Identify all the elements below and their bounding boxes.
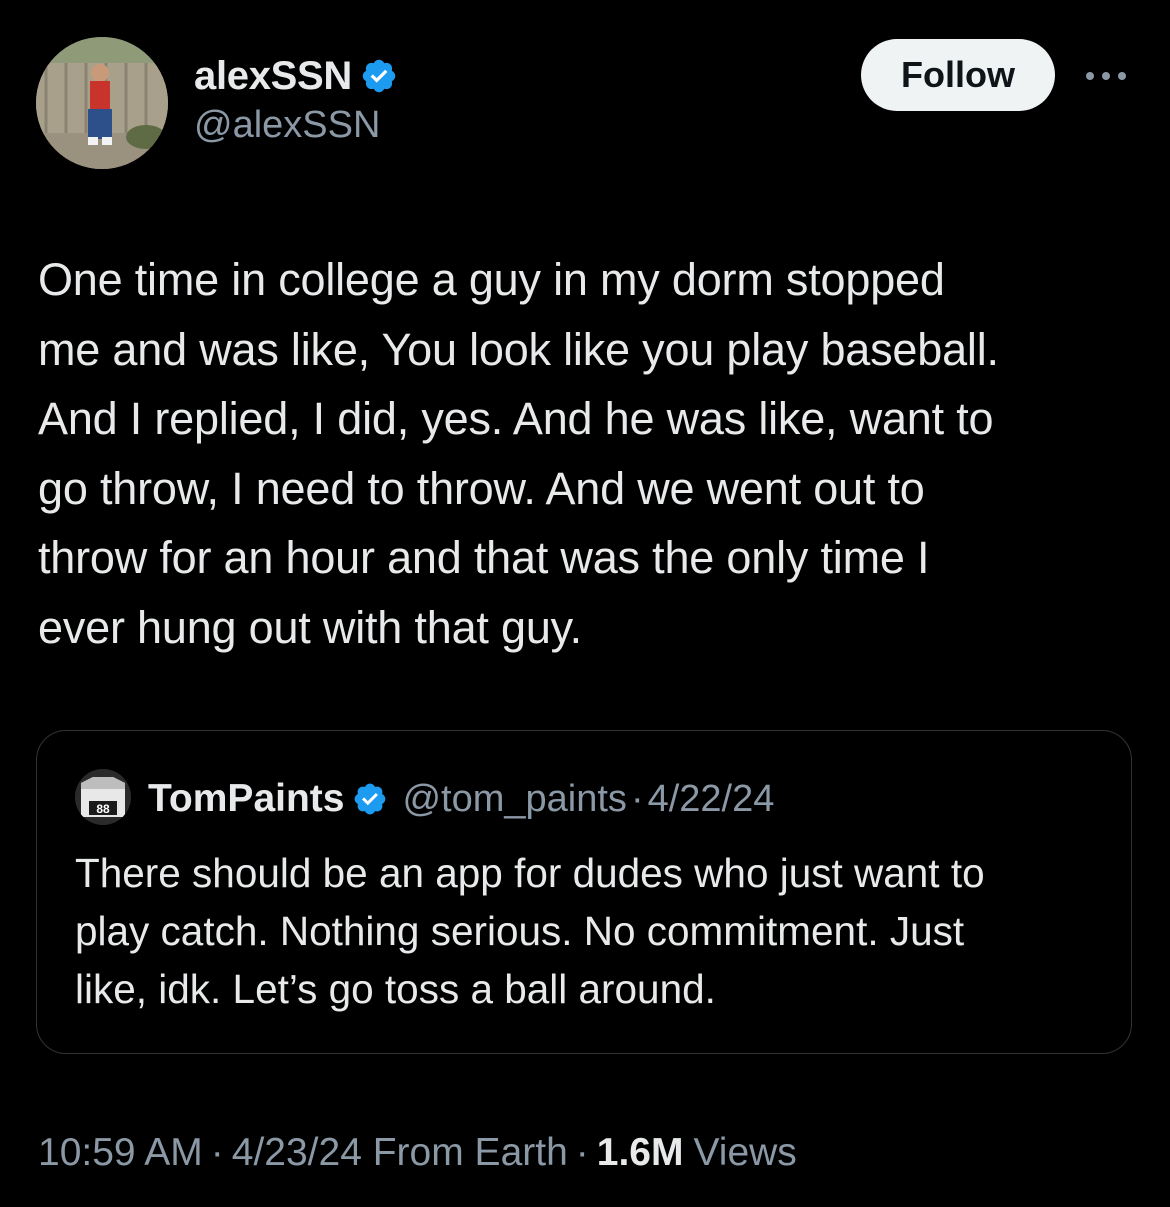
verified-badge-icon[interactable] [360, 57, 398, 95]
quoted-tweet-text: There should be an app for dudes who jus… [75, 844, 1115, 1018]
tweet-text-line: ever hung out with that guy. [38, 601, 582, 653]
more-options-icon [1086, 72, 1126, 80]
tweet-text-line: One time in college a guy in my dorm sto… [38, 254, 945, 305]
quoted-header: TomPaints @tom_paints · 4/22/24 [148, 775, 774, 823]
separator-dot: · [210, 1131, 224, 1174]
tweet-text-line: me and was like, You look like you play … [38, 323, 999, 375]
more-options-button[interactable] [1082, 58, 1130, 94]
follow-button[interactable]: Follow [861, 39, 1055, 111]
tweet-meta: 10:59 AM · 4/23/24 From Earth · 1.6M Vie… [38, 1125, 797, 1181]
author-names: alexSSN @alexSSN [194, 52, 398, 147]
quoted-text-line: There should be an app for dudes who jus… [75, 850, 985, 896]
tweet-date-location[interactable]: 4/23/24 From Earth [232, 1131, 568, 1175]
author-display-name[interactable]: alexSSN [194, 54, 352, 99]
display-name-row: alexSSN [194, 52, 398, 100]
views-label: Views [693, 1131, 797, 1174]
tweet-text-line: go throw, I need to throw. And we went o… [38, 462, 925, 514]
tweet-text-line: throw for an hour and that was the only … [38, 532, 930, 584]
quoted-handle[interactable]: @tom_paints [402, 778, 626, 821]
jersey-88-avatar: 88 [75, 769, 131, 825]
quoted-date[interactable]: 4/22/24 [648, 778, 775, 821]
quoted-text-line: like, idk. Let’s go toss a ball around. [75, 966, 716, 1012]
tweet-text-line: And I replied, I did, yes. And he was li… [38, 393, 994, 445]
tweet-container: alexSSN @alexSSN Follow One time in coll… [0, 0, 1170, 1207]
separator-dot: · [575, 1131, 589, 1174]
tweet-time[interactable]: 10:59 AM [38, 1131, 203, 1175]
verified-badge-icon [355, 783, 386, 815]
tweet-text: One time in college a guy in my dorm sto… [38, 245, 1148, 663]
quoted-tweet-card[interactable]: 88 TomPaints @tom_paints · 4/22/24 There… [36, 730, 1132, 1054]
quoted-text-line: play catch. Nothing serious. No commitme… [75, 908, 965, 954]
author-handle[interactable]: @alexSSN [194, 104, 398, 147]
profile-photo-avatar [36, 37, 168, 169]
svg-text:88: 88 [96, 802, 110, 816]
quoted-display-name[interactable]: TomPaints [148, 777, 344, 821]
separator-dot: · [630, 777, 644, 820]
quoted-author-avatar[interactable]: 88 [75, 769, 131, 825]
author-avatar[interactable] [36, 37, 168, 169]
views-count[interactable]: 1.6M [597, 1131, 684, 1175]
